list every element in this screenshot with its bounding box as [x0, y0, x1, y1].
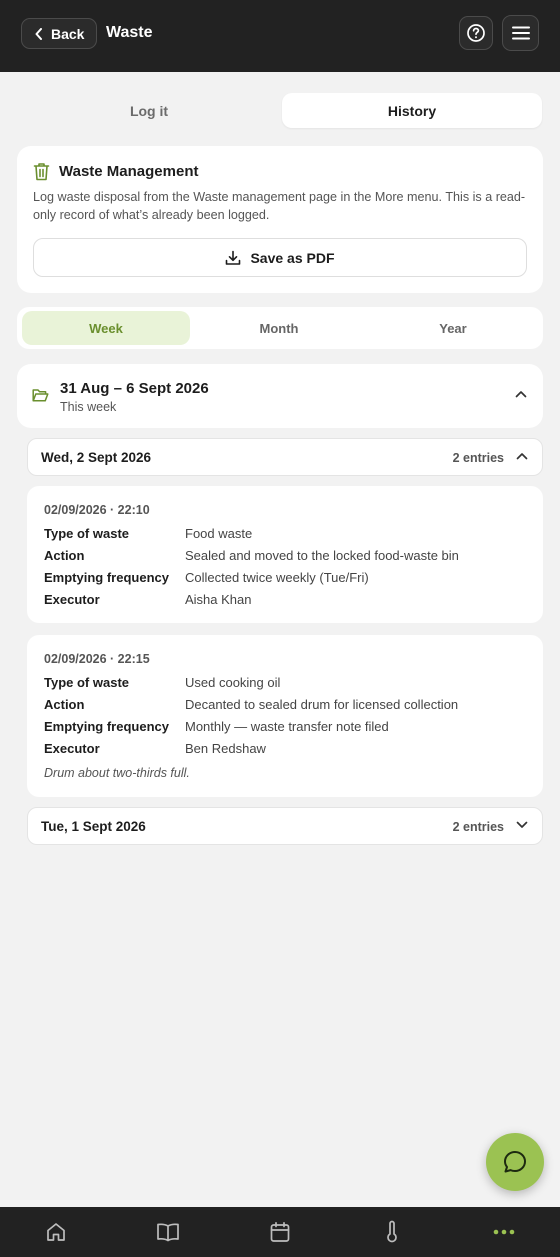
log-entry: 02/09/2026 · 22:10 Type of waste Food wa…	[27, 486, 543, 623]
day-title: Tue, 1 Sept 2026	[41, 819, 146, 834]
nav-calendar[interactable]	[268, 1220, 292, 1244]
entry-field: Action Sealed and moved to the locked fo…	[44, 548, 459, 563]
field-value: Aisha Khan	[185, 592, 252, 607]
nav-temperature[interactable]	[380, 1220, 404, 1244]
back-label: Back	[51, 25, 85, 42]
save-pdf-button[interactable]: Save as PDF	[33, 238, 527, 277]
field-label: Executor	[44, 592, 100, 607]
field-value: Used cooking oil	[185, 675, 281, 690]
mode-tabs: Log it History	[18, 93, 542, 128]
field-label: Emptying frequency	[44, 570, 169, 585]
entry-field: Executor Ben Redshaw	[44, 741, 266, 756]
tab-log-it[interactable]: Log it	[18, 93, 280, 128]
day-entry-count: 2 entries	[452, 820, 504, 834]
field-label: Action	[44, 697, 85, 712]
field-value: Ben Redshaw	[185, 741, 266, 756]
home-icon	[47, 1223, 65, 1241]
info-title: Waste Management	[59, 163, 199, 180]
entry-field: Type of waste Used cooking oil	[44, 675, 280, 690]
entry-field: Executor Aisha Khan	[44, 592, 252, 607]
period-tabs: Week Month Year	[17, 307, 543, 349]
field-value: Collected twice weekly (Tue/Fri)	[185, 570, 369, 585]
tab-month[interactable]: Month	[194, 311, 364, 345]
field-value: Decanted to sealed drum for licensed col…	[185, 697, 459, 712]
day-entry-count: 2 entries	[452, 451, 504, 465]
field-label: Type of waste	[44, 675, 130, 690]
entry-timestamp: 02/09/2026 · 22:10	[44, 503, 150, 517]
question-circle-icon	[467, 24, 485, 42]
chat-button[interactable]	[486, 1133, 544, 1191]
chevron-up-icon	[515, 391, 527, 398]
nav-more[interactable]	[492, 1220, 516, 1244]
info-description: Log waste disposal from the Waste manage…	[33, 190, 526, 222]
chevron-up-icon	[516, 453, 528, 460]
entry-field: Action Decanted to sealed drum for licen…	[44, 697, 458, 712]
calendar-icon	[270, 1221, 290, 1242]
chevron-left-icon	[35, 27, 42, 40]
info-header: Waste Management	[33, 162, 198, 181]
hamburger-menu-icon	[511, 26, 530, 40]
bottom-nav	[0, 1207, 560, 1257]
chat-bubble-icon	[504, 1151, 526, 1173]
thermometer-icon	[387, 1220, 397, 1243]
field-label: Type of waste	[44, 526, 130, 541]
download-icon	[226, 250, 241, 265]
folder-open-icon	[32, 389, 49, 402]
entry-timestamp: 02/09/2026 · 22:15	[44, 652, 150, 666]
nav-home[interactable]	[44, 1220, 68, 1244]
page-title: Waste	[106, 24, 153, 41]
week-range-subtitle: This week	[60, 400, 117, 414]
tab-year[interactable]: Year	[368, 311, 538, 345]
entry-note: Drum about two-thirds full.	[44, 766, 190, 780]
day-header[interactable]: Tue, 1 Sept 2026 2 entries	[27, 807, 543, 845]
entry-field: Type of waste Food waste	[44, 526, 252, 541]
field-value: Sealed and moved to the locked food-wast…	[185, 548, 459, 563]
help-button[interactable]	[459, 16, 493, 50]
back-button[interactable]: Back	[21, 18, 97, 49]
week-range-title: 31 Aug – 6 Sept 2026	[60, 380, 209, 397]
nav-book[interactable]	[156, 1220, 180, 1244]
book-icon	[157, 1223, 179, 1242]
chevron-down-icon	[516, 821, 528, 828]
week-range-header[interactable]: 31 Aug – 6 Sept 2026 This week	[17, 364, 543, 428]
save-pdf-label: Save as PDF	[250, 249, 335, 266]
field-label: Executor	[44, 741, 100, 756]
menu-button[interactable]	[502, 15, 539, 51]
field-label: Action	[44, 548, 85, 563]
entry-field: Emptying frequency Collected twice weekl…	[44, 570, 369, 585]
info-card: Waste Management Log waste disposal from…	[17, 146, 543, 293]
more-dots-icon	[493, 1229, 515, 1235]
tab-week[interactable]: Week	[22, 311, 190, 345]
field-value: Monthly — waste transfer note filed	[185, 719, 389, 734]
day-title: Wed, 2 Sept 2026	[41, 450, 152, 465]
field-value: Food waste	[185, 526, 253, 541]
day-header[interactable]: Wed, 2 Sept 2026 2 entries	[27, 438, 543, 476]
tab-history[interactable]: History	[282, 93, 542, 128]
entry-field: Emptying frequency Monthly — waste trans…	[44, 719, 389, 734]
field-label: Emptying frequency	[44, 719, 169, 734]
top-bar: Back Waste	[0, 0, 560, 72]
trash-icon	[33, 163, 50, 181]
log-entry: 02/09/2026 · 22:15 Type of waste Used co…	[27, 635, 543, 797]
